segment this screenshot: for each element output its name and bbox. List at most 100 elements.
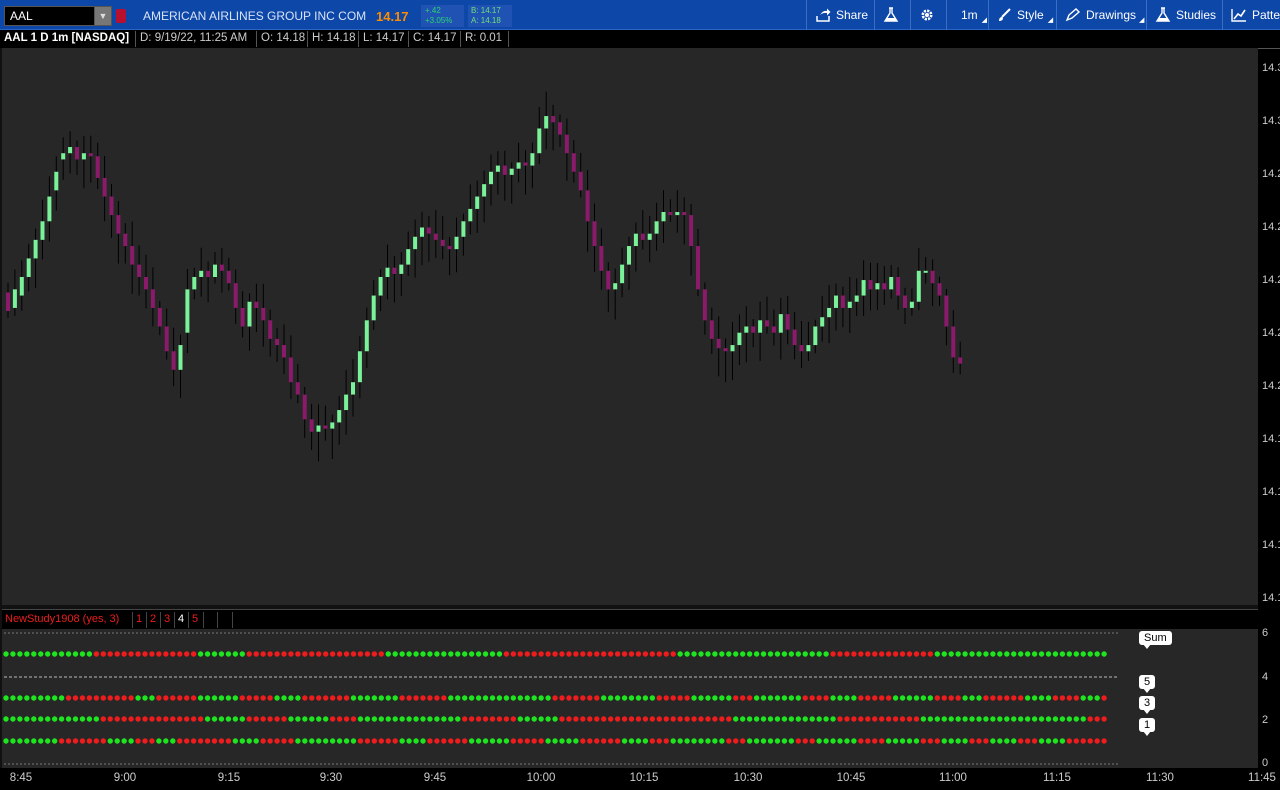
candle-down[interactable]: [323, 425, 328, 429]
candle-down[interactable]: [799, 345, 804, 352]
candle-down[interactable]: [592, 221, 597, 247]
study-name[interactable]: NewStudy1908 (yes, 3): [2, 612, 133, 628]
candle-down[interactable]: [792, 329, 797, 346]
candle-down[interactable]: [771, 326, 776, 333]
candle-up[interactable]: [357, 351, 362, 383]
candle-up[interactable]: [364, 320, 369, 352]
candle-up[interactable]: [834, 295, 838, 308]
candle-up[interactable]: [61, 153, 66, 160]
candle-up[interactable]: [385, 267, 390, 277]
candle-up[interactable]: [26, 258, 31, 277]
candle-up[interactable]: [192, 276, 197, 290]
candle-down[interactable]: [606, 270, 611, 290]
candle-up[interactable]: [185, 289, 190, 333]
candle-down[interactable]: [88, 153, 93, 157]
candle-up[interactable]: [68, 147, 73, 154]
study-plot-toggle[interactable]: 3: [161, 612, 175, 628]
study-plot-toggle[interactable]: 4: [175, 612, 189, 628]
candle-down[interactable]: [523, 162, 528, 166]
candle-up[interactable]: [54, 171, 59, 191]
candle-up[interactable]: [654, 221, 659, 234]
candle-down[interactable]: [951, 326, 956, 358]
candle-down[interactable]: [868, 280, 873, 290]
candle-down[interactable]: [682, 212, 687, 216]
candle-up[interactable]: [744, 326, 749, 333]
candle-up[interactable]: [647, 233, 652, 240]
candle-up[interactable]: [875, 283, 880, 290]
candle-up[interactable]: [351, 382, 355, 395]
candle-down[interactable]: [840, 295, 845, 308]
candle-up[interactable]: [468, 208, 473, 222]
candle-up[interactable]: [178, 345, 183, 370]
study-plot-toggle[interactable]: 5: [189, 612, 204, 628]
candle-down[interactable]: [903, 295, 907, 308]
candle-up[interactable]: [371, 295, 376, 321]
candle-up[interactable]: [916, 270, 921, 302]
candle-up[interactable]: [847, 301, 852, 308]
patterns-button[interactable]: Patte: [1222, 0, 1280, 30]
candle-down[interactable]: [502, 165, 507, 175]
candle-down[interactable]: [137, 264, 142, 277]
candle-down[interactable]: [896, 276, 901, 296]
candle-down[interactable]: [440, 239, 445, 247]
candle-up[interactable]: [454, 236, 459, 250]
candle-up[interactable]: [19, 276, 24, 296]
candle-down[interactable]: [295, 382, 300, 395]
candle-up[interactable]: [806, 345, 811, 352]
candle-up[interactable]: [854, 295, 859, 302]
study-plot-toggle[interactable]: 2: [147, 612, 161, 628]
candle-down[interactable]: [309, 419, 314, 432]
candle-up[interactable]: [413, 236, 418, 250]
candle-up[interactable]: [675, 212, 680, 216]
candle-down[interactable]: [130, 246, 135, 265]
candle-up[interactable]: [516, 162, 521, 169]
candle-down[interactable]: [937, 283, 942, 296]
candle-up[interactable]: [778, 314, 783, 333]
candle-down[interactable]: [219, 264, 224, 271]
alert-flag-icon[interactable]: [116, 9, 126, 23]
candle-down[interactable]: [226, 270, 231, 284]
candle-down[interactable]: [447, 246, 452, 250]
candle-up[interactable]: [482, 184, 487, 197]
candle-down[interactable]: [599, 246, 604, 271]
candle-up[interactable]: [344, 394, 349, 411]
candle-down[interactable]: [164, 326, 169, 352]
candle-down[interactable]: [751, 326, 756, 333]
style-button[interactable]: Style ◢: [988, 0, 1056, 30]
candle-up[interactable]: [316, 425, 321, 432]
candle-down[interactable]: [958, 357, 963, 364]
candle-down[interactable]: [668, 212, 673, 216]
candle-up[interactable]: [330, 422, 335, 429]
candle-down[interactable]: [426, 227, 431, 234]
candle-up[interactable]: [820, 317, 825, 327]
candle-down[interactable]: [206, 270, 211, 277]
candle-up[interactable]: [827, 307, 832, 318]
timeframe-button[interactable]: 1m ◢: [946, 0, 988, 30]
candle-up[interactable]: [40, 221, 45, 240]
candle-up[interactable]: [544, 116, 549, 129]
candle-down[interactable]: [275, 338, 280, 346]
candle-down[interactable]: [171, 351, 176, 370]
candle-up[interactable]: [47, 196, 52, 222]
candle-up[interactable]: [33, 239, 38, 259]
candle-down[interactable]: [944, 295, 949, 327]
candle-up[interactable]: [620, 264, 625, 284]
candle-down[interactable]: [261, 307, 266, 321]
dots-study-chart[interactable]: [2, 629, 1258, 768]
candle-down[interactable]: [696, 246, 700, 290]
candle-up[interactable]: [12, 289, 17, 308]
study-plot-toggle[interactable]: 1: [133, 612, 147, 628]
candle-up[interactable]: [406, 249, 411, 265]
candle-down[interactable]: [268, 320, 273, 339]
candle-down[interactable]: [723, 348, 728, 352]
candle-down[interactable]: [578, 171, 583, 191]
candle-down[interactable]: [558, 122, 562, 135]
candle-down[interactable]: [102, 177, 107, 197]
candle-down[interactable]: [144, 276, 148, 290]
candle-up[interactable]: [420, 227, 424, 237]
candle-up[interactable]: [530, 153, 535, 166]
candle-down[interactable]: [571, 153, 576, 172]
study-panel[interactable]: [2, 629, 1258, 768]
candle-down[interactable]: [689, 215, 694, 247]
flask-button[interactable]: [874, 0, 910, 30]
